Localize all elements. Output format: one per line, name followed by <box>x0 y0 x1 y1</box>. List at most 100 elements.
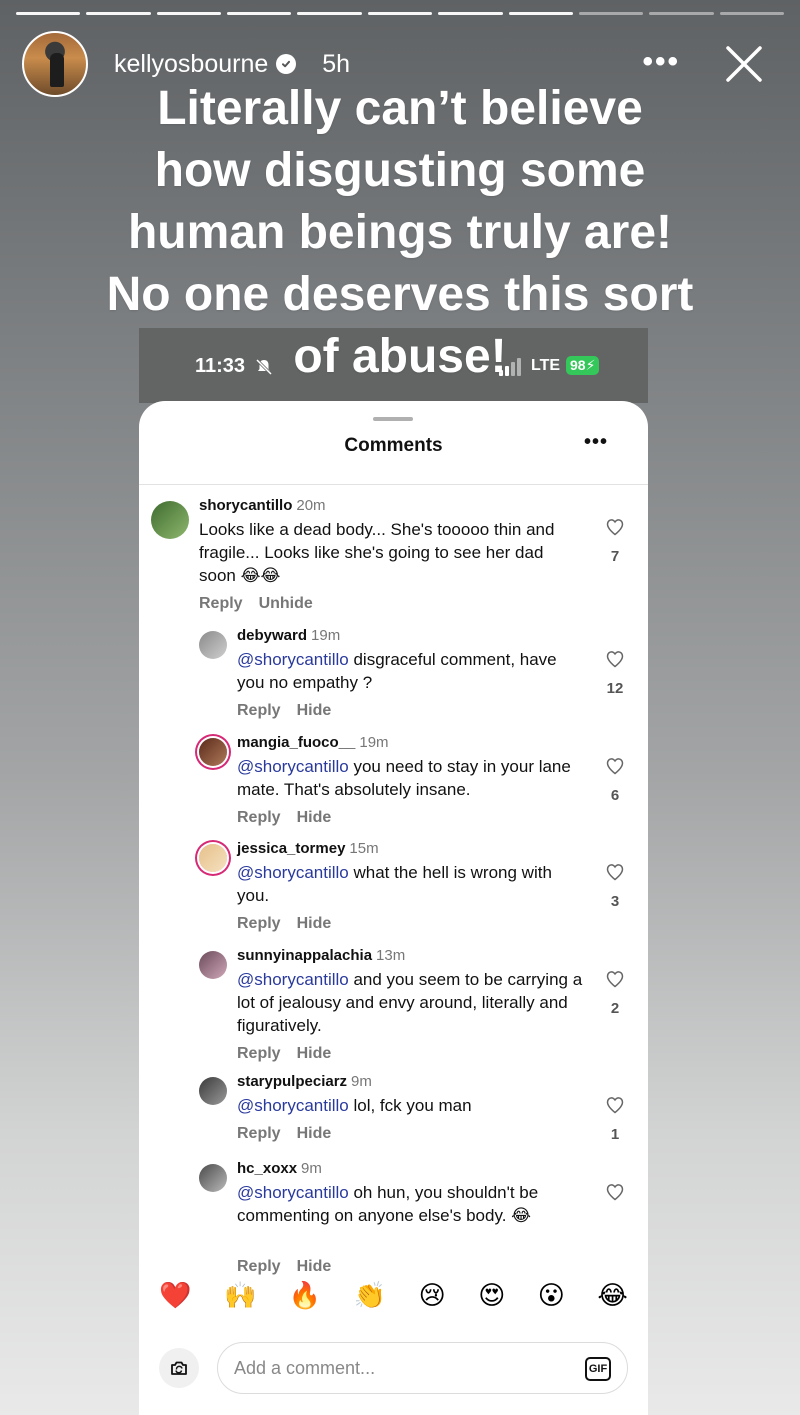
sheet-grabber[interactable] <box>373 417 413 421</box>
laughing-icon[interactable]: 😂 <box>597 1281 627 1311</box>
comment-username-text[interactable]: starypulpeciarz <box>237 1073 347 1090</box>
like-count: 2 <box>610 1000 620 1017</box>
fire-icon[interactable]: 🔥 <box>289 1281 321 1311</box>
comment-username-text[interactable]: shorycantillo <box>199 497 292 514</box>
comment-actions: Reply Hide <box>237 1258 347 1276</box>
reply-button[interactable]: Reply <box>237 915 281 932</box>
heart-outline-icon[interactable] <box>605 758 625 780</box>
progress-segment <box>578 12 644 15</box>
hide-button[interactable]: Hide <box>297 702 332 719</box>
comment-avatar[interactable] <box>199 951 227 979</box>
comment-avatar[interactable] <box>199 844 227 872</box>
caption-line: Literally can’t believe <box>157 82 643 135</box>
comment-mention[interactable]: @shorycantillo <box>237 1183 349 1202</box>
more-options-icon[interactable]: ••• <box>642 47 680 77</box>
comment-username[interactable]: debyward 19m <box>237 627 340 644</box>
comment-mention[interactable]: @shorycantillo <box>237 1096 349 1115</box>
comment-actions: Reply Hide <box>237 809 347 827</box>
comment-username-text[interactable]: jessica_tormey <box>237 840 345 857</box>
comment-username-text[interactable]: mangia_fuoco__ <box>237 734 355 751</box>
sheet-more-icon[interactable]: ••• <box>584 431 608 454</box>
camera-switch-icon[interactable] <box>159 1348 199 1388</box>
comment-actions: Reply Hide <box>237 1125 347 1143</box>
comment-username[interactable]: starypulpeciarz 9m <box>237 1073 372 1090</box>
caption-line: human beings truly are! <box>127 206 673 259</box>
comment-timestamp: 15m <box>349 840 379 857</box>
heart-outline-icon[interactable] <box>605 519 625 541</box>
progress-segment <box>297 12 362 15</box>
like-button[interactable]: 2 <box>604 969 626 1017</box>
sheet-title: Comments <box>344 435 443 456</box>
progress-segment <box>649 12 714 15</box>
clap-icon[interactable]: 👏 <box>354 1281 386 1311</box>
comment-username[interactable]: shorycantillo 20m <box>199 497 326 514</box>
hide-button[interactable]: Hide <box>297 1045 332 1062</box>
like-button[interactable]: 7 <box>604 517 626 565</box>
heart-outline-icon[interactable] <box>605 651 625 673</box>
like-button[interactable]: 1 <box>604 1095 626 1143</box>
comment-username-text[interactable]: sunnyinappalachia <box>237 947 372 964</box>
crying-icon[interactable]: 😢 <box>419 1281 446 1311</box>
comment-timestamp: 13m <box>376 947 406 964</box>
comment-mention[interactable]: @shorycantillo <box>237 757 349 776</box>
comments-screenshot: 11:33 LTE 98⚡ Comments ••• shorycantillo… <box>139 328 648 1415</box>
progress-segment <box>367 12 433 15</box>
story-username[interactable]: kellyosbourne <box>114 50 268 79</box>
heart-eyes-icon[interactable]: 😍 <box>478 1281 505 1311</box>
comments-sheet: Comments ••• shorycantillo 20m Looks like … <box>139 401 648 1415</box>
like-button[interactable]: 3 <box>604 862 626 910</box>
hide-button[interactable]: Hide <box>297 915 332 932</box>
raised-hands-icon[interactable]: 🙌 <box>224 1281 256 1311</box>
comment-text: @shorycantillo disgraceful comment, have… <box>237 648 587 694</box>
comment-timestamp: 19m <box>311 627 341 644</box>
hide-button[interactable]: Hide <box>297 1258 332 1275</box>
hide-button[interactable]: Hide <box>297 1125 332 1142</box>
comment-actions: Reply Hide <box>237 915 347 933</box>
comment-avatar[interactable] <box>151 501 189 539</box>
reply-button[interactable]: Reply <box>237 702 281 719</box>
caption-line: No one deserves this sort <box>106 268 694 321</box>
comment-actions: Reply Hide <box>237 1045 347 1063</box>
reply-button[interactable]: Reply <box>237 1125 281 1142</box>
comment-username-text[interactable]: hc_xoxx <box>237 1160 297 1177</box>
heart-icon[interactable]: ❤️ <box>159 1281 191 1311</box>
reply-button[interactable]: Reply <box>237 1045 281 1062</box>
comment-placeholder: Add a comment... <box>234 1357 376 1378</box>
comment-mention[interactable]: @shorycantillo <box>237 970 349 989</box>
comment-text: @shorycantillo oh hun, you shouldn't be … <box>237 1181 587 1227</box>
unhide-button[interactable]: Unhide <box>259 595 313 612</box>
hide-button[interactable]: Hide <box>297 809 332 826</box>
heart-outline-icon[interactable] <box>605 1184 625 1206</box>
like-button[interactable]: 12 <box>604 649 626 697</box>
heart-outline-icon[interactable] <box>605 864 625 886</box>
comment-avatar[interactable] <box>199 1164 227 1192</box>
comment-body: lol, fck you man <box>348 1096 472 1115</box>
comment-username-text[interactable]: debyward <box>237 627 307 644</box>
heart-outline-icon[interactable] <box>605 1097 625 1119</box>
comment-mention[interactable]: @shorycantillo <box>237 650 349 669</box>
comment-username[interactable]: mangia_fuoco__ 19m <box>237 734 389 751</box>
comment-username[interactable]: jessica_tormey 15m <box>237 840 379 857</box>
comment-avatar[interactable] <box>199 1077 227 1105</box>
comment-username[interactable]: sunnyinappalachia 13m <box>237 947 405 964</box>
comment-actions: Reply Hide <box>237 702 347 720</box>
comment-input[interactable]: Add a comment... GIF <box>217 1342 628 1394</box>
reaction-row: ❤️ 🙌 🔥 👏 😢 😍 😮 😂 <box>139 1281 648 1311</box>
comment-actions: Reply Unhide <box>199 595 329 613</box>
progress-segment <box>86 12 151 15</box>
surprised-icon[interactable]: 😮 <box>538 1281 565 1311</box>
like-button[interactable]: 6 <box>604 756 626 804</box>
comment-timestamp: 20m <box>296 497 326 514</box>
reply-button[interactable]: Reply <box>237 809 281 826</box>
heart-outline-icon[interactable] <box>605 971 625 993</box>
like-count: 3 <box>610 893 620 910</box>
comment-avatar[interactable] <box>199 738 227 766</box>
gif-button[interactable]: GIF <box>585 1357 611 1381</box>
reply-button[interactable]: Reply <box>199 595 243 612</box>
comment-text: @shorycantillo you need to stay in your … <box>237 755 587 801</box>
reply-button[interactable]: Reply <box>237 1258 281 1275</box>
comment-mention[interactable]: @shorycantillo <box>237 863 349 882</box>
like-button[interactable] <box>604 1182 626 1213</box>
comment-avatar[interactable] <box>199 631 227 659</box>
comment-username[interactable]: hc_xoxx 9m <box>237 1160 322 1177</box>
